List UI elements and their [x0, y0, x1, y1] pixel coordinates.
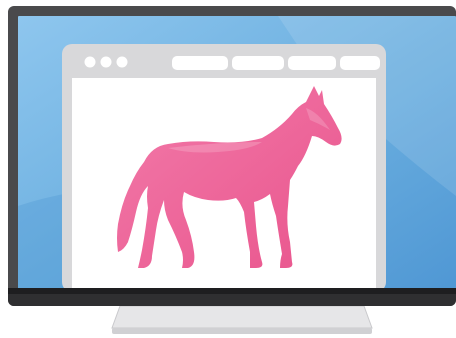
- window-tab: [172, 56, 228, 70]
- monitor-stand: [104, 306, 380, 336]
- window-dot-icon: [84, 56, 96, 68]
- window-tab: [288, 56, 336, 70]
- monitor-frame: [8, 6, 456, 306]
- window-dot-icon: [116, 56, 128, 68]
- window-tab: [340, 56, 380, 70]
- monitor-screen: [18, 16, 456, 292]
- window-dot-icon: [100, 56, 112, 68]
- window-tab: [232, 56, 284, 70]
- screen-graphic: [18, 16, 456, 292]
- monitor-chin: [8, 288, 456, 306]
- monitor-illustration: [0, 0, 456, 338]
